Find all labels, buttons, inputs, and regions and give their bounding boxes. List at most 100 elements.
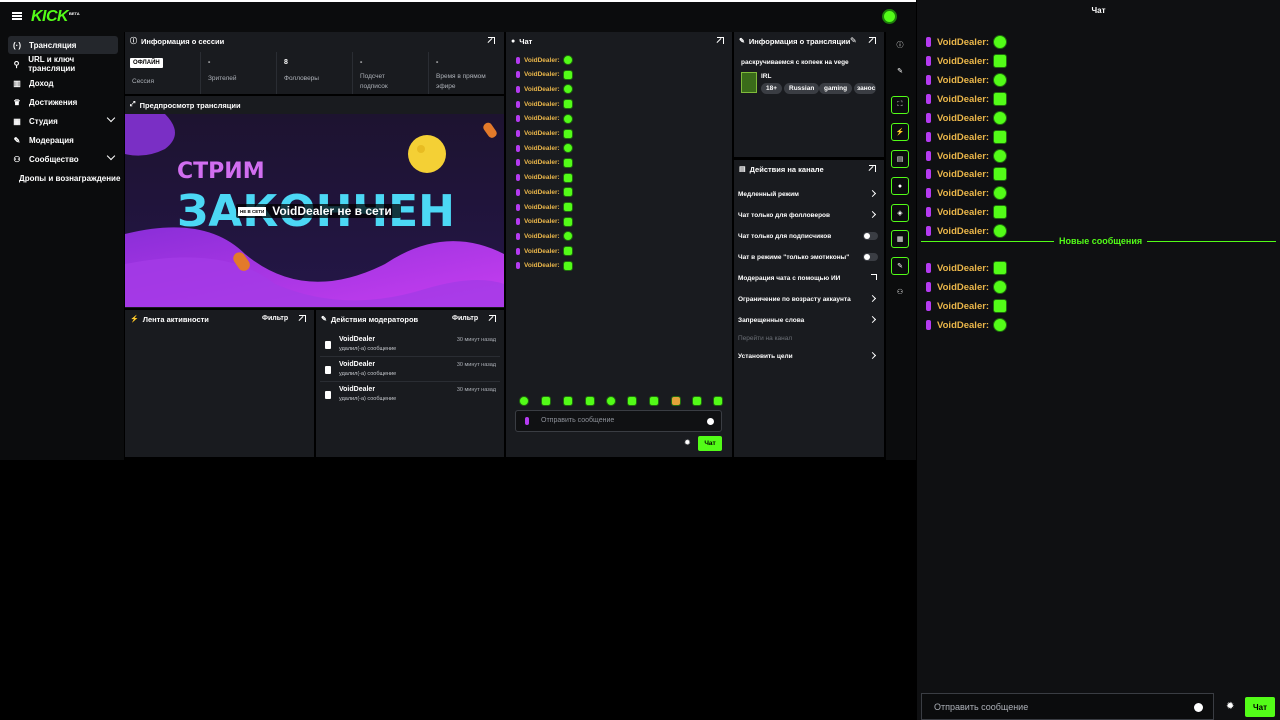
- gear-icon[interactable]: ✹: [1226, 701, 1234, 712]
- chat-username[interactable]: VoidDealer:: [524, 218, 560, 225]
- chat-username[interactable]: VoidDealer:: [524, 233, 560, 240]
- stream-tag[interactable]: gaming: [819, 83, 853, 94]
- emote-icon[interactable]: [649, 396, 659, 406]
- sidebar-item-moderation[interactable]: ✎ Модерация: [8, 131, 118, 149]
- chat-bubble-icon[interactable]: ●: [891, 177, 909, 195]
- bolt-icon: ⚡: [130, 316, 139, 323]
- emote-icon[interactable]: [671, 396, 681, 406]
- emote-icon[interactable]: [541, 396, 551, 406]
- filter-button[interactable]: Фильтр: [262, 315, 288, 322]
- popout-chat-send-button[interactable]: Чат: [1245, 697, 1275, 717]
- stream-category[interactable]: IRL: [761, 73, 771, 80]
- emote-icon[interactable]: [692, 396, 702, 406]
- emote-icon: [993, 35, 1008, 49]
- chat-username[interactable]: VoidDealer:: [937, 282, 989, 293]
- stream-tag[interactable]: Russian: [784, 83, 820, 94]
- chat-username[interactable]: VoidDealer:: [937, 169, 989, 180]
- chat-username[interactable]: VoidDealer:: [937, 94, 989, 105]
- chat-input[interactable]: Отправить сообщение: [515, 410, 722, 432]
- broadcast-icon[interactable]: ◈: [891, 204, 909, 222]
- emote-only-toggle[interactable]: [863, 253, 878, 261]
- info-icon[interactable]: ⓘ: [891, 36, 909, 54]
- followers-only-row[interactable]: Чат только для фолловеров: [738, 209, 878, 221]
- sidebar-item-drops[interactable]: Дропы и вознаграждение: [19, 169, 129, 187]
- subscribers-only-toggle[interactable]: [863, 232, 878, 240]
- user-avatar[interactable]: [882, 9, 897, 24]
- slow-mode-row[interactable]: Медленный режим: [738, 188, 878, 200]
- chat-username[interactable]: VoidDealer:: [937, 188, 989, 199]
- chat-username[interactable]: VoidDealer:: [937, 37, 989, 48]
- chat-username[interactable]: VoidDealer:: [524, 57, 560, 64]
- popout-icon[interactable]: [488, 37, 495, 44]
- menu-icon[interactable]: [12, 12, 22, 20]
- chat-username[interactable]: VoidDealer:: [937, 75, 989, 86]
- account-age-row[interactable]: Ограничение по возрасту аккаунта: [738, 293, 878, 305]
- edit-icon[interactable]: ✎: [891, 62, 909, 80]
- chat-username[interactable]: VoidDealer:: [524, 130, 560, 137]
- sidebar-item-stream-key[interactable]: ⚲ URL и ключ трансляции: [8, 55, 118, 73]
- ai-moderation-row[interactable]: Модерация чата с помощью ИИ: [738, 272, 878, 284]
- popout-icon[interactable]: [869, 165, 876, 172]
- clipboard-icon[interactable]: ▤: [891, 150, 909, 168]
- popout-icon[interactable]: [869, 37, 876, 44]
- chat-username[interactable]: VoidDealer:: [524, 174, 560, 181]
- chat-username[interactable]: VoidDealer:: [937, 226, 989, 237]
- mod-action-user[interactable]: VoidDealer: [339, 386, 375, 393]
- emote-icon[interactable]: [585, 396, 595, 406]
- chat-send-button[interactable]: Чат: [698, 436, 722, 451]
- mod-action-user[interactable]: VoidDealer: [339, 336, 375, 343]
- emote-icon[interactable]: [627, 396, 637, 406]
- chat-username[interactable]: VoidDealer:: [937, 263, 989, 274]
- chat-username[interactable]: VoidDealer:: [937, 113, 989, 124]
- mic-badge-icon: [926, 301, 931, 311]
- fullscreen-icon[interactable]: ⛶: [891, 96, 909, 114]
- chat-username[interactable]: VoidDealer:: [524, 204, 560, 211]
- chat-username[interactable]: VoidDealer:: [937, 151, 989, 162]
- chat-username[interactable]: VoidDealer:: [524, 71, 560, 78]
- chat-username[interactable]: VoidDealer:: [937, 301, 989, 312]
- wrench-icon[interactable]: ✎: [891, 257, 909, 275]
- gear-icon[interactable]: ✹: [684, 438, 691, 447]
- kick-logo[interactable]: KICK: [31, 8, 69, 26]
- chat-username[interactable]: VoidDealer:: [937, 132, 989, 143]
- chat-username[interactable]: VoidDealer:: [937, 207, 989, 218]
- emote-icon[interactable]: [606, 396, 616, 406]
- chevron-down-icon: [106, 151, 116, 161]
- emote-icon[interactable]: [519, 396, 529, 406]
- set-goals-row[interactable]: Установить цели: [738, 350, 878, 362]
- banned-words-row[interactable]: Запрещенные слова: [738, 314, 878, 326]
- chat-username[interactable]: VoidDealer:: [937, 56, 989, 67]
- emoji-icon[interactable]: [707, 418, 714, 425]
- mod-action-user[interactable]: VoidDealer: [339, 361, 375, 368]
- popout-chat-input[interactable]: Отправить сообщение: [921, 693, 1214, 720]
- stream-tag[interactable]: 18+: [761, 83, 783, 94]
- sidebar-item-achievements[interactable]: ♛ Достижения: [8, 93, 118, 111]
- go-to-channel-link[interactable]: Перейти на канал: [738, 332, 878, 344]
- community-icon[interactable]: ⚇: [891, 283, 909, 301]
- sidebar-item-revenue[interactable]: ▥ Доход: [8, 74, 118, 92]
- chat-username[interactable]: VoidDealer:: [937, 320, 989, 331]
- chat-username[interactable]: VoidDealer:: [524, 189, 560, 196]
- popout-icon[interactable]: [717, 37, 724, 44]
- emote-icon[interactable]: [713, 396, 723, 406]
- layout-icon[interactable]: ▦: [891, 230, 909, 248]
- chat-username[interactable]: VoidDealer:: [524, 248, 560, 255]
- sidebar-item-broadcast[interactable]: (·) Трансляция: [8, 36, 118, 54]
- filter-button[interactable]: Фильтр: [452, 315, 478, 322]
- chat-username[interactable]: VoidDealer:: [524, 262, 560, 269]
- chat-username[interactable]: VoidDealer:: [524, 115, 560, 122]
- emoji-icon[interactable]: [1194, 703, 1203, 712]
- emote-icon: [993, 186, 1008, 200]
- sidebar-item-studio[interactable]: ▦ Студия: [8, 112, 118, 130]
- popout-icon[interactable]: [489, 315, 496, 322]
- sidebar-item-community[interactable]: ⚇ Сообщество: [8, 150, 118, 168]
- edit-icon[interactable]: ✎: [850, 36, 857, 45]
- chat-username[interactable]: VoidDealer:: [524, 86, 560, 93]
- popout-icon[interactable]: [299, 315, 306, 322]
- chat-username[interactable]: VoidDealer:: [524, 159, 560, 166]
- chat-username[interactable]: VoidDealer:: [524, 101, 560, 108]
- emote-icon[interactable]: [563, 396, 573, 406]
- bolt-icon[interactable]: ⚡: [891, 123, 909, 141]
- stream-tag[interactable]: занос: [854, 83, 876, 94]
- chat-username[interactable]: VoidDealer:: [524, 145, 560, 152]
